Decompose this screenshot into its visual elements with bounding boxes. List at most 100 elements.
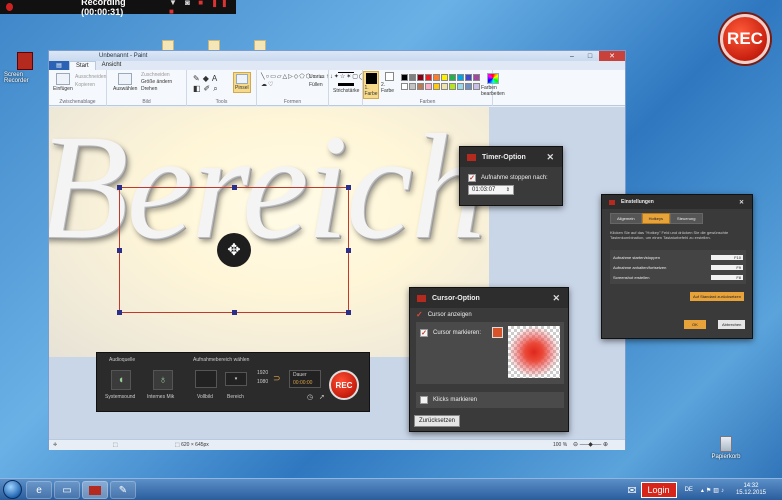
mark-cursor-checkbox[interactable]: ✓ xyxy=(420,329,428,337)
color-swatch[interactable] xyxy=(473,74,480,81)
brushes-button[interactable]: Pinsel xyxy=(233,72,251,93)
close-icon[interactable]: ✕ xyxy=(546,152,554,163)
resize-handle[interactable] xyxy=(232,185,237,190)
tab-general[interactable]: Allgemein xyxy=(610,213,642,224)
copy-button[interactable]: Kopieren xyxy=(75,82,95,88)
color-swatch[interactable] xyxy=(449,74,456,81)
cancel-button[interactable]: Abbrechen xyxy=(718,320,746,329)
tab-hotkeys[interactable]: Hotkeys xyxy=(641,213,671,224)
tab-view[interactable]: Ansicht xyxy=(96,61,128,70)
resize-handle[interactable] xyxy=(346,248,351,253)
tool-icons[interactable]: ✎◆A xyxy=(193,74,220,83)
system-sound-button[interactable]: ◖ xyxy=(111,370,131,390)
tab-start[interactable]: Start xyxy=(69,61,96,70)
microphone-button[interactable]: ♁ xyxy=(153,370,173,390)
shapes-gallery[interactable]: ╲○▭▱△▷◇⬠⬡→←↑↓✦☆✶▢◯☁♡ xyxy=(261,73,366,89)
record-button[interactable]: REC xyxy=(329,370,359,400)
start-button[interactable] xyxy=(3,480,22,499)
rotate-button[interactable]: Drehen xyxy=(141,86,157,92)
color-swatch[interactable] xyxy=(465,83,472,90)
width-value[interactable]: 1920 xyxy=(257,370,268,376)
taskbar-recorder-icon[interactable] xyxy=(82,481,108,499)
color-swatch[interactable] xyxy=(433,83,440,90)
color-swatch[interactable] xyxy=(401,74,408,81)
zoom-slider[interactable]: ⊖ ──◆── ⊕ xyxy=(573,441,608,448)
resize-handle[interactable] xyxy=(117,310,122,315)
color-swatch[interactable] xyxy=(441,83,448,90)
duration-box[interactable]: Dauer 00:00:00 xyxy=(289,370,321,388)
screen-recorder-desktop-icon[interactable]: Screen Recorder xyxy=(4,52,46,84)
close-icon[interactable]: ✕ xyxy=(552,293,560,304)
color-swatch[interactable] xyxy=(473,83,480,90)
color1-button[interactable]: 1. Farbe xyxy=(363,71,379,99)
region-button[interactable]: ▾ xyxy=(225,372,247,386)
resize-handle[interactable] xyxy=(117,185,122,190)
show-cursor-checkbox[interactable]: ✓ xyxy=(416,310,423,319)
color-swatch[interactable] xyxy=(457,74,464,81)
resize-handle[interactable] xyxy=(232,310,237,315)
outline-button[interactable]: Umriss xyxy=(309,74,325,80)
cursor-color-picker[interactable] xyxy=(492,327,503,338)
hotkey-input[interactable]: F9 xyxy=(711,264,743,270)
resize-handle[interactable] xyxy=(346,185,351,190)
timer-icon[interactable]: ◷ xyxy=(307,393,313,401)
language-indicator[interactable]: DE xyxy=(685,487,693,493)
microphone-select[interactable]: Internes Mik xyxy=(147,394,174,400)
camera-icon[interactable]: ◙ xyxy=(185,0,193,7)
size-button[interactable]: Strichstärke xyxy=(333,72,359,94)
login-button[interactable]: Login xyxy=(640,482,677,498)
resize-handle[interactable] xyxy=(117,248,122,253)
stop-time-input[interactable]: 01:03:07 ⇕ xyxy=(468,185,514,195)
tool-icons[interactable]: ◧✐⌕ xyxy=(193,84,221,94)
file-menu-button[interactable]: ▤ xyxy=(49,61,69,70)
rec-floating-button[interactable]: REC xyxy=(720,14,770,64)
recording-controls[interactable]: ▼ ◙ ■ ❚❚ ■ xyxy=(169,0,236,16)
taskbar-explorer-icon[interactable]: ▭ xyxy=(54,481,80,499)
hotkey-input[interactable]: F8 xyxy=(711,274,743,280)
color-swatch[interactable] xyxy=(449,83,456,90)
clock[interactable]: 14:32 15.12.2015 xyxy=(736,483,766,497)
fill-button[interactable]: Füllen xyxy=(309,82,323,88)
minimize-icon[interactable]: – xyxy=(563,51,581,61)
resize-handle[interactable] xyxy=(346,310,351,315)
height-value[interactable]: 1080 xyxy=(257,379,268,385)
mail-icon[interactable]: ✉ xyxy=(627,484,636,497)
spinner-icon[interactable]: ⇕ xyxy=(506,187,510,193)
color-swatch[interactable] xyxy=(433,74,440,81)
fullscreen-button[interactable] xyxy=(195,370,217,388)
tray-icons[interactable]: ▴⚑▥♪ xyxy=(701,487,726,494)
recycle-bin-desktop-icon[interactable]: Papierkorb xyxy=(708,436,744,460)
link-icon[interactable]: ⊃ xyxy=(273,373,281,384)
taskbar-ie-icon[interactable]: e xyxy=(26,481,52,499)
color2-button[interactable]: 2. Farbe xyxy=(381,72,397,94)
stop-icon[interactable]: ■ ❚❚ ■ xyxy=(169,0,231,16)
color-swatch[interactable] xyxy=(425,74,432,81)
edit-colors-button[interactable]: Farben bearbeiten xyxy=(481,73,505,97)
close-icon[interactable]: ✕ xyxy=(599,51,625,61)
reset-default-button[interactable]: Auf Standard zurücksetzen xyxy=(689,292,744,301)
taskbar-paint-icon[interactable]: ✎ xyxy=(110,481,136,499)
color-swatch[interactable] xyxy=(417,74,424,81)
maximize-icon[interactable]: □ xyxy=(581,51,599,61)
resize-button[interactable]: Größe ändern xyxy=(141,79,172,85)
close-icon[interactable]: ✕ xyxy=(739,199,744,206)
cursor-icon[interactable]: ➚ xyxy=(319,393,325,401)
color-swatch[interactable] xyxy=(457,83,464,90)
paste-button[interactable]: Einfügen xyxy=(53,73,73,92)
color-swatch[interactable] xyxy=(401,83,408,90)
select-button[interactable]: Auswählen xyxy=(113,73,137,92)
crop-button[interactable]: Zuschneiden xyxy=(141,72,170,78)
reset-button[interactable]: Zurücksetzen xyxy=(414,415,461,427)
color-swatch[interactable] xyxy=(409,83,416,90)
tab-control[interactable]: Steuerung xyxy=(670,213,703,224)
color-swatch[interactable] xyxy=(417,83,424,90)
color-swatch[interactable] xyxy=(409,74,416,81)
mark-clicks-checkbox[interactable]: ✓ xyxy=(420,396,428,404)
color-swatch[interactable] xyxy=(425,83,432,90)
move-selection-button[interactable]: ✥ xyxy=(217,233,251,267)
color-swatch[interactable] xyxy=(465,74,472,81)
cut-button[interactable]: Ausschneiden xyxy=(75,74,106,80)
stop-after-checkbox[interactable]: ✓ xyxy=(468,174,476,182)
ok-button[interactable]: OK xyxy=(684,320,706,329)
hotkey-input[interactable]: F10 xyxy=(711,254,743,260)
